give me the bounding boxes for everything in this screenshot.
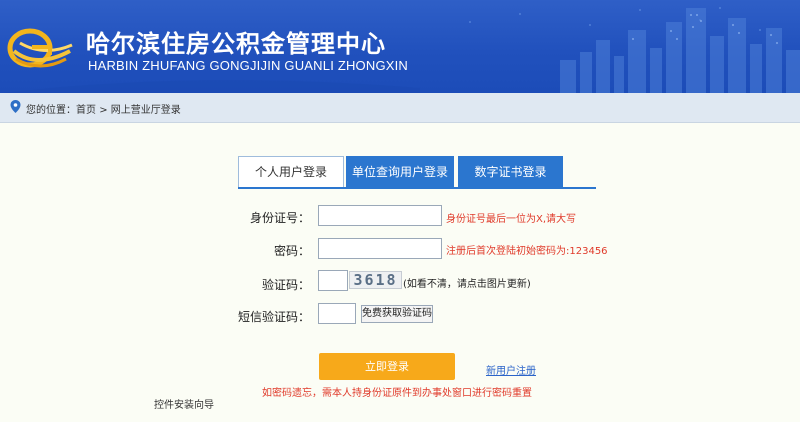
site-header: 哈尔滨住房公积金管理中心 HARBIN ZHUFANG GONGJIJIN GU… (0, 0, 800, 93)
password-label: 密码： (273, 244, 310, 258)
breadcrumb-home-link[interactable]: 首页 (76, 105, 96, 116)
password-reset-warning: 如密码遗忘，需本人持身份证原件到办事处窗口进行密码重置 (262, 388, 532, 399)
captcha-input[interactable] (318, 270, 348, 291)
captcha-refresh-note: (如看不清，请点击图片更新) (403, 279, 531, 290)
tab-underline (238, 187, 596, 189)
site-title: 哈尔滨住房公积金管理中心 (86, 29, 386, 58)
control-install-guide-link[interactable]: 控件安装向导 (154, 396, 214, 411)
breadcrumb-prefix: 您的位置： (26, 105, 76, 116)
tab-personal-login[interactable]: 个人用户登录 (238, 156, 344, 188)
sms-code-label: 短信验证码： (237, 310, 310, 324)
new-user-register-link[interactable]: 新用户注册 (486, 362, 536, 377)
captcha-image-text: 3618 (353, 271, 398, 289)
captcha-image[interactable]: 3618 (349, 271, 402, 289)
site-subtitle: HARBIN ZHUFANG GONGJIJIN GUANLI ZHONGXIN (88, 58, 409, 73)
location-pin-icon (10, 100, 21, 113)
breadcrumb-text: 您的位置：首页 > 网上营业厅登录 (26, 101, 181, 116)
tab-digital-certificate-login[interactable]: 数字证书登录 (458, 156, 563, 187)
id-number-label: 身份证号： (249, 211, 310, 225)
captcha-label: 验证码： (261, 278, 310, 292)
tab-company-query-login[interactable]: 单位查询用户登录 (346, 156, 454, 187)
breadcrumb: 您的位置：首页 > 网上营业厅登录 (0, 93, 800, 123)
password-hint: 注册后首次登陆初始密码为:123456 (446, 246, 608, 257)
sms-code-input[interactable] (318, 303, 356, 324)
swirl-logo-icon (7, 28, 73, 68)
login-button[interactable]: 立即登录 (319, 353, 455, 380)
breadcrumb-separator: > (99, 105, 108, 116)
password-input[interactable] (318, 238, 442, 259)
get-sms-code-button[interactable]: 免费获取验证码 (361, 305, 433, 323)
id-number-input[interactable] (318, 205, 442, 226)
id-number-hint: 身份证号最后一位为X,请大写 (446, 214, 577, 225)
breadcrumb-current: 网上营业厅登录 (110, 105, 181, 116)
